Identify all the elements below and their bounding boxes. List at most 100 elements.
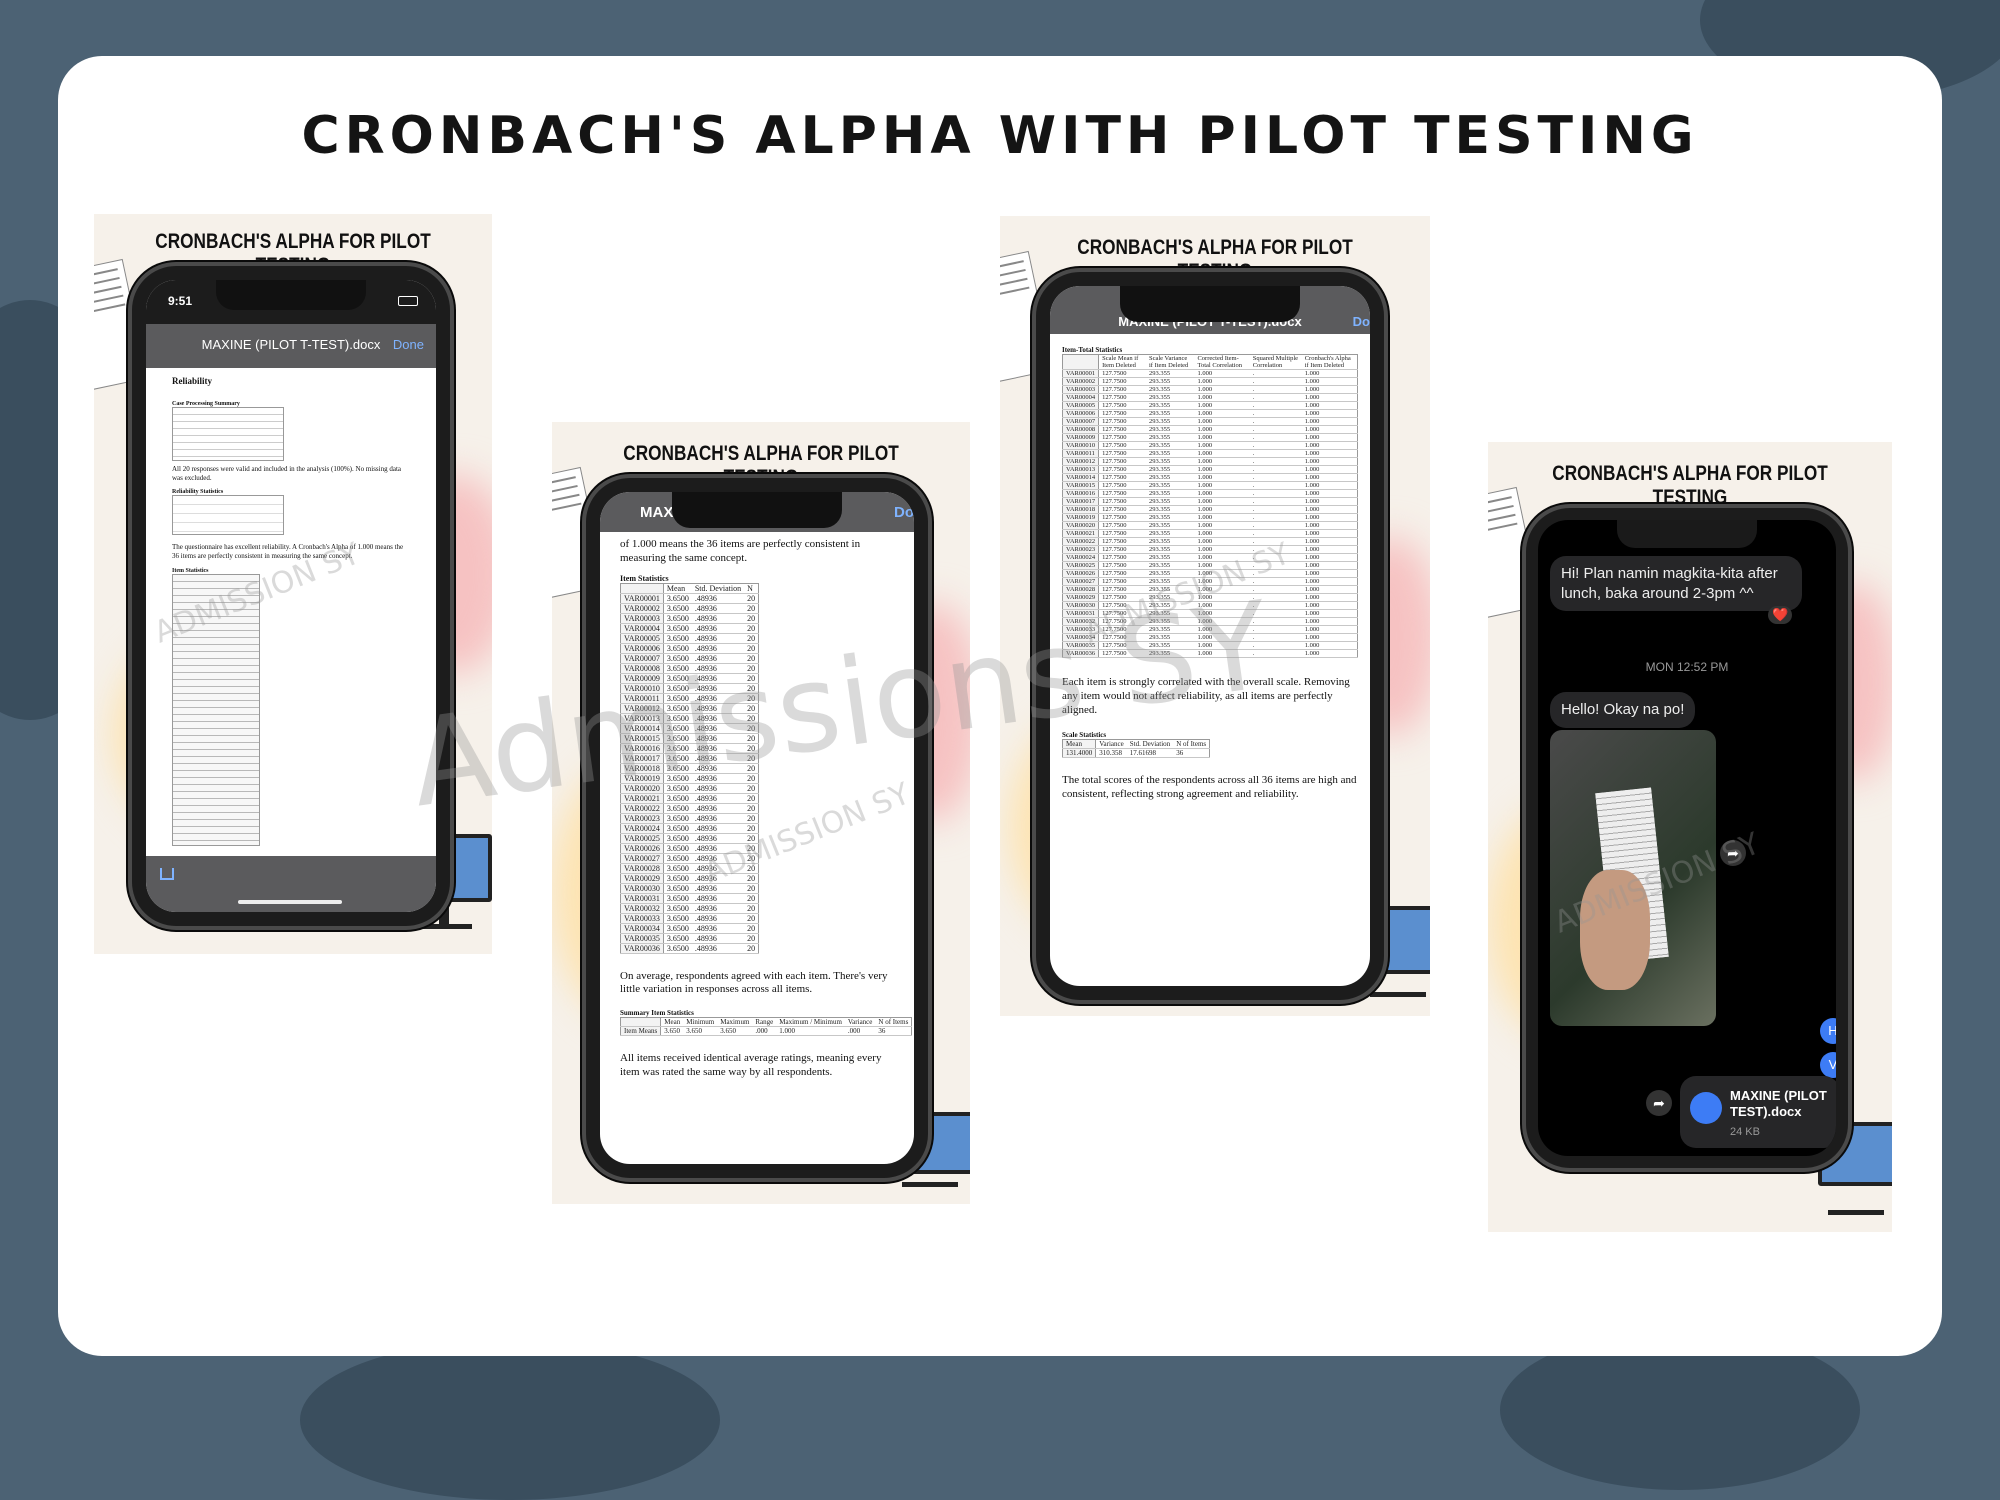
- table-row: VAR00030 3.6500.48936 20: [620, 883, 759, 894]
- table-row: VAR00031 127.7500 293.355 1.000. 1.000: [1062, 609, 1358, 618]
- item-total-statistics-table: Scale Mean if Item Deleted Scale Variance…: [1062, 354, 1358, 658]
- table-row: VAR00032 127.7500 293.355 1.000. 1.000: [1062, 617, 1358, 626]
- table-row: VAR00026 127.7500 293.355 1.000. 1.000: [1062, 569, 1358, 578]
- table-row: VAR00020 3.6500.48936 20: [620, 783, 759, 794]
- message-timestamp: MON 12:52 PM: [1645, 660, 1729, 674]
- doc-paragraph: Each item is strongly correlated with th…: [1062, 676, 1350, 716]
- table-row: VAR00012 3.6500.48936 20: [620, 703, 759, 714]
- table-row: VAR00017 127.7500 293.355 1.000. 1.000: [1062, 497, 1358, 506]
- table-row: VAR00010 127.7500 293.355 1.000. 1.000: [1062, 441, 1358, 450]
- table-row: VAR00029 127.7500 293.355 1.000. 1.000: [1062, 593, 1358, 602]
- monitor-base: [1370, 992, 1426, 997]
- sent-bubble[interactable]: H: [1820, 1018, 1836, 1044]
- done-button[interactable]: Done: [393, 337, 424, 352]
- table-row: VAR00001 3.6500.48936 20: [620, 593, 759, 604]
- table-row: VAR00035 3.6500.48936 20: [620, 933, 759, 944]
- table-row: VAR00027 3.6500.48936 20: [620, 853, 759, 864]
- table-row: VAR00028 127.7500 293.355 1.000. 1.000: [1062, 585, 1358, 594]
- table-row: VAR00014 127.7500 293.355 1.000. 1.000: [1062, 473, 1358, 482]
- table-row: VAR00006 3.6500.48936 20: [620, 643, 759, 654]
- table-row: VAR00036 3.6500.48936 20: [620, 943, 759, 954]
- table-row: VAR00029 3.6500.48936 20: [620, 873, 759, 884]
- case-summary-table: [172, 407, 284, 462]
- table-row: VAR00021 3.6500.48936 20: [620, 793, 759, 804]
- table-row: VAR00011 3.6500.48936 20: [620, 693, 759, 704]
- reaction-heart-icon: ❤️: [1768, 606, 1793, 624]
- table-row: VAR00027 127.7500 293.355 1.000. 1.000: [1062, 577, 1358, 586]
- document-content: Item-Total Statistics Scale Mean if Item…: [1050, 346, 1370, 986]
- doc-paragraph: All items received identical average rat…: [620, 1052, 882, 1078]
- table-row: VAR00031 3.6500.48936 20: [620, 893, 759, 904]
- table-row: VAR00024 3.6500.48936 20: [620, 823, 759, 834]
- table-row: VAR00008 127.7500 293.355 1.000. 1.000: [1062, 425, 1358, 434]
- scale-statistics-table: Mean Variance Std. Deviation N of Items 131…: [1062, 739, 1211, 759]
- message-bubble[interactable]: Hello! Okay na po!: [1550, 692, 1696, 728]
- table-row: VAR00006 127.7500 293.355 1.000. 1.000: [1062, 409, 1358, 418]
- forward-icon[interactable]: ➦: [1646, 1090, 1672, 1116]
- table-row: VAR00024 127.7500 293.355 1.000. 1.000: [1062, 553, 1358, 562]
- table-caption: Item Statistics: [620, 573, 669, 583]
- sent-bubble[interactable]: V: [1820, 1052, 1836, 1078]
- document-content: of 1.000 means the 36 items are perfectl…: [600, 538, 914, 1164]
- table-row: VAR00018 3.6500.48936 20: [620, 763, 759, 774]
- receipt-photo[interactable]: [1550, 730, 1716, 1026]
- table-caption: Case Processing Summary: [172, 401, 240, 408]
- pilot-panel-3: CRONBACH'S ALPHA FOR PILOT TESTING MAXIN…: [1000, 216, 1430, 1016]
- table-row: VAR00007 127.7500 293.355 1.000. 1.000: [1062, 417, 1358, 426]
- table-row: VAR00016 3.6500.48936 20: [620, 743, 759, 754]
- summary-item-table: Mean Minimum Maximum Range Maximum / Minimum…: [620, 1017, 913, 1036]
- table-row: VAR00034 3.6500.48936 20: [620, 923, 759, 934]
- message-bubble[interactable]: Hi! Plan namin magkita-kita after lunch,…: [1550, 556, 1802, 611]
- table-row: VAR00009 3.6500.48936 20: [620, 673, 759, 684]
- table-row: VAR00003 127.7500 293.355 1.000. 1.000: [1062, 385, 1358, 394]
- phone-frame: 9:51 MAXINE (PILOT T-TEST).docx Done Rel…: [128, 262, 454, 930]
- table-row: VAR00020 127.7500 293.355 1.000. 1.000: [1062, 521, 1358, 530]
- share-icon[interactable]: [160, 868, 174, 880]
- table-row: VAR00030 127.7500 293.355 1.000. 1.000: [1062, 601, 1358, 610]
- table-row: VAR00033 3.6500.48936 20: [620, 913, 759, 924]
- table-row: VAR00034 127.7500 293.355 1.000. 1.000: [1062, 633, 1358, 642]
- table-row: VAR00013 3.6500.48936 20: [620, 713, 759, 724]
- table-row: VAR00005 3.6500.48936 20: [620, 633, 759, 644]
- pilot-panel-1: CRONBACH'S ALPHA FOR PILOT TESTING 9:51 …: [94, 214, 492, 954]
- table-row: VAR00032 3.6500.48936 20: [620, 903, 759, 914]
- item-statistics-table: Mean Std. Deviation N VAR00001 3.6500.48936…: [620, 582, 760, 954]
- hand-shape: [1580, 870, 1650, 990]
- table-row: VAR00016 127.7500 293.355 1.000. 1.000: [1062, 489, 1358, 498]
- table-row: VAR00004 3.6500.48936 20: [620, 623, 759, 634]
- attachment-size: 24 KB: [1730, 1126, 1760, 1138]
- table-row: VAR00009 127.7500 293.355 1.000. 1.000: [1062, 433, 1358, 442]
- table-row: VAR00036 127.7500 293.355 1.000. 1.000: [1062, 649, 1358, 658]
- table-row: VAR00028 3.6500.48936 20: [620, 863, 759, 874]
- table-row: VAR00023 127.7500 293.355 1.000. 1.000: [1062, 545, 1358, 554]
- phone-notch: [1120, 286, 1300, 322]
- phone-screen: 9:51 MAXINE (PILOT T-TEST).docx Done Rel…: [146, 280, 436, 912]
- table-row: VAR00010 3.6500.48936 20: [620, 683, 759, 694]
- item-statistics-table: [172, 574, 260, 847]
- table-caption: Item-Total Statistics: [1062, 346, 1123, 354]
- table-row: VAR00023 3.6500.48936 20: [620, 813, 759, 824]
- table-row: VAR00004 127.7500 293.355 1.000. 1.000: [1062, 393, 1358, 402]
- table-row: VAR00019 3.6500.48936 20: [620, 773, 759, 784]
- table-row: VAR00014 3.6500.48936 20: [620, 723, 759, 734]
- table-row: VAR00001 127.7500 293.355 1.000. 1.000: [1062, 369, 1358, 378]
- table-row: VAR00015 3.6500.48936 20: [620, 733, 759, 744]
- document-content: Reliability Case Processing Summary All …: [146, 368, 436, 856]
- doc-paragraph: All 20 responses were valid and included…: [172, 465, 402, 482]
- done-button[interactable]: Do: [1353, 314, 1370, 329]
- doc-toolbar: MAXINE (PILOT T-TEST).docx Done: [146, 324, 436, 368]
- table-caption: Scale Statistics: [1062, 731, 1107, 740]
- attachment-filename: MAXINE (PILOT TEST).docx: [1730, 1088, 1827, 1119]
- done-button[interactable]: Do: [894, 504, 914, 521]
- table-row: VAR00018 127.7500 293.355 1.000. 1.000: [1062, 505, 1358, 514]
- table-row: VAR00019 127.7500 293.355 1.000. 1.000: [1062, 513, 1358, 522]
- pilot-panel-2: CRONBACH'S ALPHA FOR PILOT TESTING MAXI …: [552, 422, 970, 1204]
- phone-notch: [1617, 520, 1757, 548]
- forward-icon[interactable]: ➦: [1720, 840, 1746, 866]
- monitor-base: [1828, 1210, 1884, 1215]
- file-attachment[interactable]: MAXINE (PILOT TEST).docx 24 KB: [1680, 1076, 1836, 1148]
- bg-leaf-shape: [300, 1340, 720, 1500]
- doc-paragraph: The total scores of the respondents acro…: [1062, 774, 1357, 800]
- table-caption: Reliability Statistics: [172, 488, 224, 495]
- table-row: VAR00012 127.7500 293.355 1.000. 1.000: [1062, 457, 1358, 466]
